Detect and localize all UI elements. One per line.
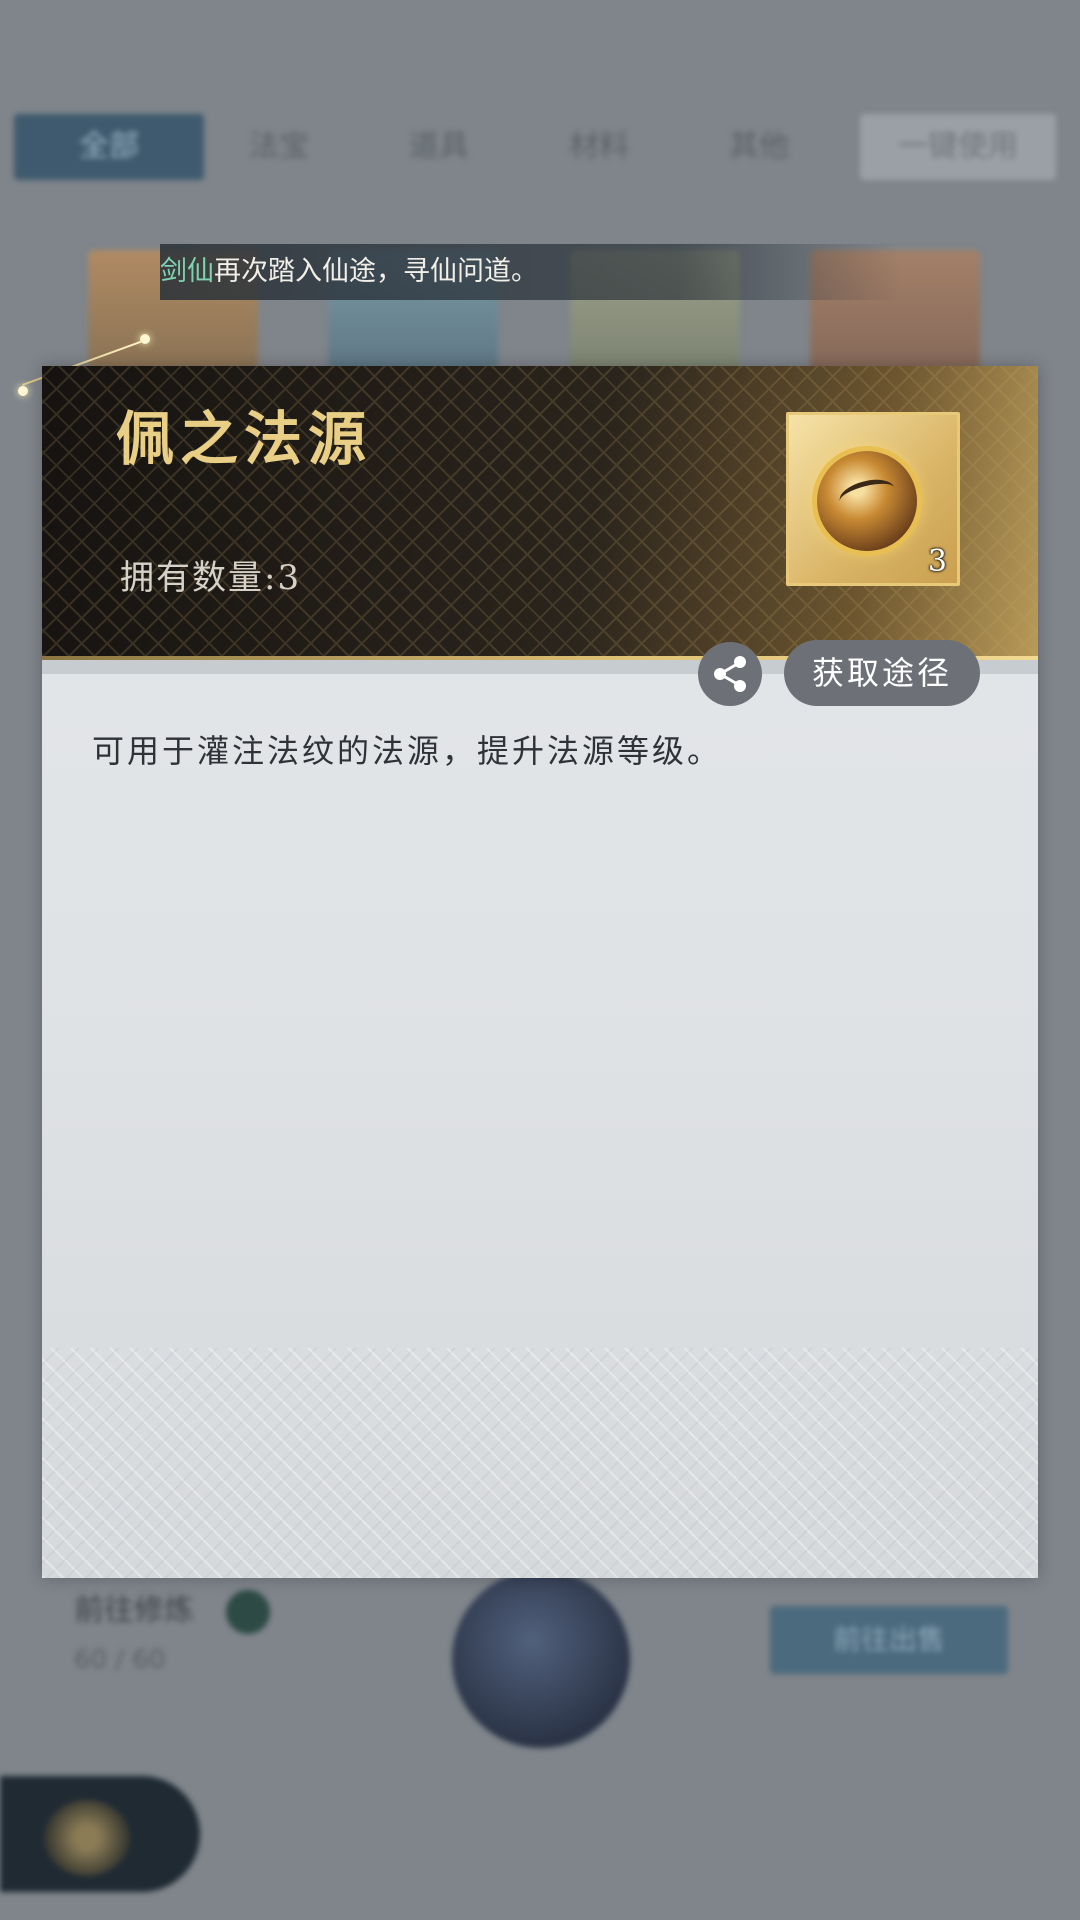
obtain-source-button[interactable]: 获取途径 <box>784 640 980 706</box>
item-header: 佩之法源 拥有数量:3 3 <box>42 366 1038 656</box>
popup-pattern-decor <box>42 1348 1038 1578</box>
item-description: 可用于灌注法纹的法源，提升法源等级。 <box>92 732 723 770</box>
announcement-player-name: 剑仙 <box>160 256 214 287</box>
announcement-message: 再次踏入仙途，寻仙问道。 <box>214 256 538 287</box>
bg-tab-other: 其他 <box>729 129 789 164</box>
share-icon <box>714 656 746 692</box>
announcement-banner: 剑仙再次踏入仙途，寻仙问道。 <box>160 244 900 300</box>
item-detail-popup: 佩之法源 拥有数量:3 3 获取途径 可用于灌注法纹的法源，提升法源等级。 <box>42 366 1038 1578</box>
bg-status-dot <box>226 1590 270 1634</box>
bg-tab-items: 道具 <box>409 129 469 164</box>
item-owned-count: 拥有数量:3 <box>120 558 302 598</box>
star-icon <box>18 386 28 396</box>
bg-bottom-title: 前往修炼 <box>74 1593 194 1628</box>
star-icon <box>140 334 150 344</box>
share-button[interactable] <box>698 642 762 706</box>
emblem-icon <box>44 1800 130 1876</box>
bg-tab-bar: 全部 法宝 道具 材料 其他 一键使用 <box>14 114 1066 180</box>
bg-bottom-sub: 60 / 60 <box>74 1645 166 1675</box>
item-icon-count: 3 <box>927 544 947 579</box>
bg-tab-materials: 材料 <box>569 129 629 164</box>
item-name: 佩之法源 <box>116 405 373 473</box>
bg-tab-use-all: 一键使用 <box>860 114 1056 180</box>
item-icon-frame: 3 <box>786 412 960 586</box>
bg-tab-all: 全部 <box>14 114 204 180</box>
bg-tab-treasure: 法宝 <box>249 129 309 164</box>
bg-avatar <box>452 1570 630 1748</box>
bg-sell-button: 前往出售 <box>770 1606 1008 1674</box>
